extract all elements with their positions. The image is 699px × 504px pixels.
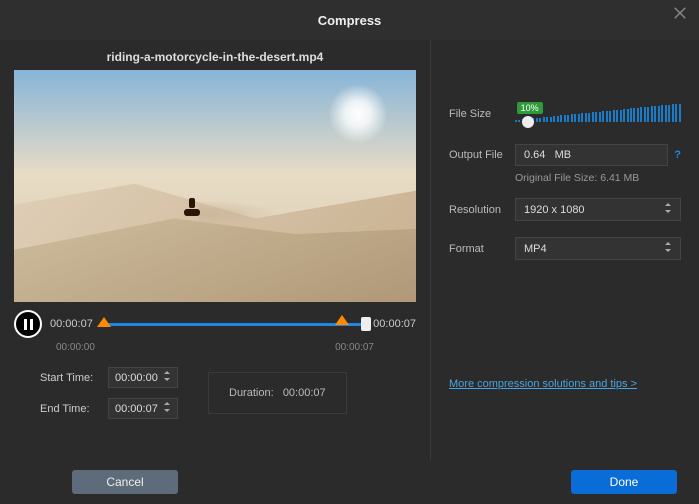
duration-value: 00:00:07	[283, 387, 326, 399]
original-size-hint: Original File Size: 6.41 MB	[515, 172, 681, 184]
format-value: MP4	[524, 243, 547, 255]
more-tips-link[interactable]: More compression solutions and tips >	[449, 378, 681, 390]
output-file-label: Output File	[449, 149, 515, 161]
end-time-row: End Time: 00:00:07	[40, 398, 178, 419]
help-icon[interactable]: ?	[674, 149, 681, 161]
end-time-label: End Time:	[40, 403, 98, 415]
seek-track[interactable]	[101, 323, 365, 326]
duration-box: Duration: 00:00:07	[208, 372, 347, 414]
start-time-value: 00:00:00	[115, 372, 158, 384]
trim-start-handle[interactable]	[97, 317, 111, 327]
format-label: Format	[449, 243, 515, 255]
total-time: 00:00:07	[373, 318, 416, 330]
right-panel: File Size 10% Output File ? Original Fil…	[430, 40, 699, 460]
timeline: 00:00:07 00:00:07	[14, 310, 416, 338]
format-field: Format MP4	[449, 237, 681, 260]
resolution-value: 1920 x 1080	[524, 204, 585, 216]
filesize-slider[interactable]: 10%	[515, 100, 681, 128]
scale-start: 00:00:00	[56, 342, 95, 353]
filesize-field: File Size 10%	[449, 100, 681, 128]
close-icon[interactable]	[671, 4, 689, 22]
chevron-updown-icon	[664, 242, 672, 255]
main-area: riding-a-motorcycle-in-the-desert.mp4 00…	[0, 40, 699, 460]
resolution-select[interactable]: 1920 x 1080	[515, 198, 681, 221]
video-preview[interactable]	[14, 70, 416, 302]
spinner-icon[interactable]	[163, 402, 171, 415]
pause-button[interactable]	[14, 310, 42, 338]
start-time-label: Start Time:	[40, 372, 98, 384]
current-time: 00:00:07	[50, 318, 93, 330]
end-time-value: 00:00:07	[115, 403, 158, 415]
start-time-row: Start Time: 00:00:00	[40, 367, 178, 388]
time-scale: 00:00:00 00:00:07	[14, 342, 416, 353]
pause-icon	[24, 319, 33, 330]
dialog-header: Compress	[0, 0, 699, 40]
output-file-input[interactable]	[515, 144, 668, 166]
format-select[interactable]: MP4	[515, 237, 681, 260]
slider-thumb[interactable]	[522, 116, 534, 128]
resolution-field: Resolution 1920 x 1080	[449, 198, 681, 221]
trim-end-handle[interactable]	[335, 315, 349, 325]
duration-label: Duration:	[229, 387, 274, 399]
dialog-title: Compress	[318, 13, 382, 28]
end-time-input[interactable]: 00:00:07	[108, 398, 178, 419]
trim-section: Start Time: 00:00:00 End Time: 00:00:07 …	[14, 367, 416, 419]
left-panel: riding-a-motorcycle-in-the-desert.mp4 00…	[0, 40, 430, 460]
start-time-input[interactable]: 00:00:00	[108, 367, 178, 388]
spinner-icon[interactable]	[163, 371, 171, 384]
playhead[interactable]	[361, 317, 371, 331]
chevron-updown-icon	[664, 203, 672, 216]
output-file-field: Output File ?	[449, 144, 681, 166]
scale-end: 00:00:07	[335, 342, 374, 353]
file-name: riding-a-motorcycle-in-the-desert.mp4	[14, 50, 416, 64]
footer: Cancel Done	[0, 460, 699, 504]
done-button[interactable]: Done	[571, 470, 677, 494]
resolution-label: Resolution	[449, 204, 515, 216]
cancel-button[interactable]: Cancel	[72, 470, 178, 494]
filesize-badge: 10%	[517, 102, 543, 114]
filesize-label: File Size	[449, 108, 515, 120]
